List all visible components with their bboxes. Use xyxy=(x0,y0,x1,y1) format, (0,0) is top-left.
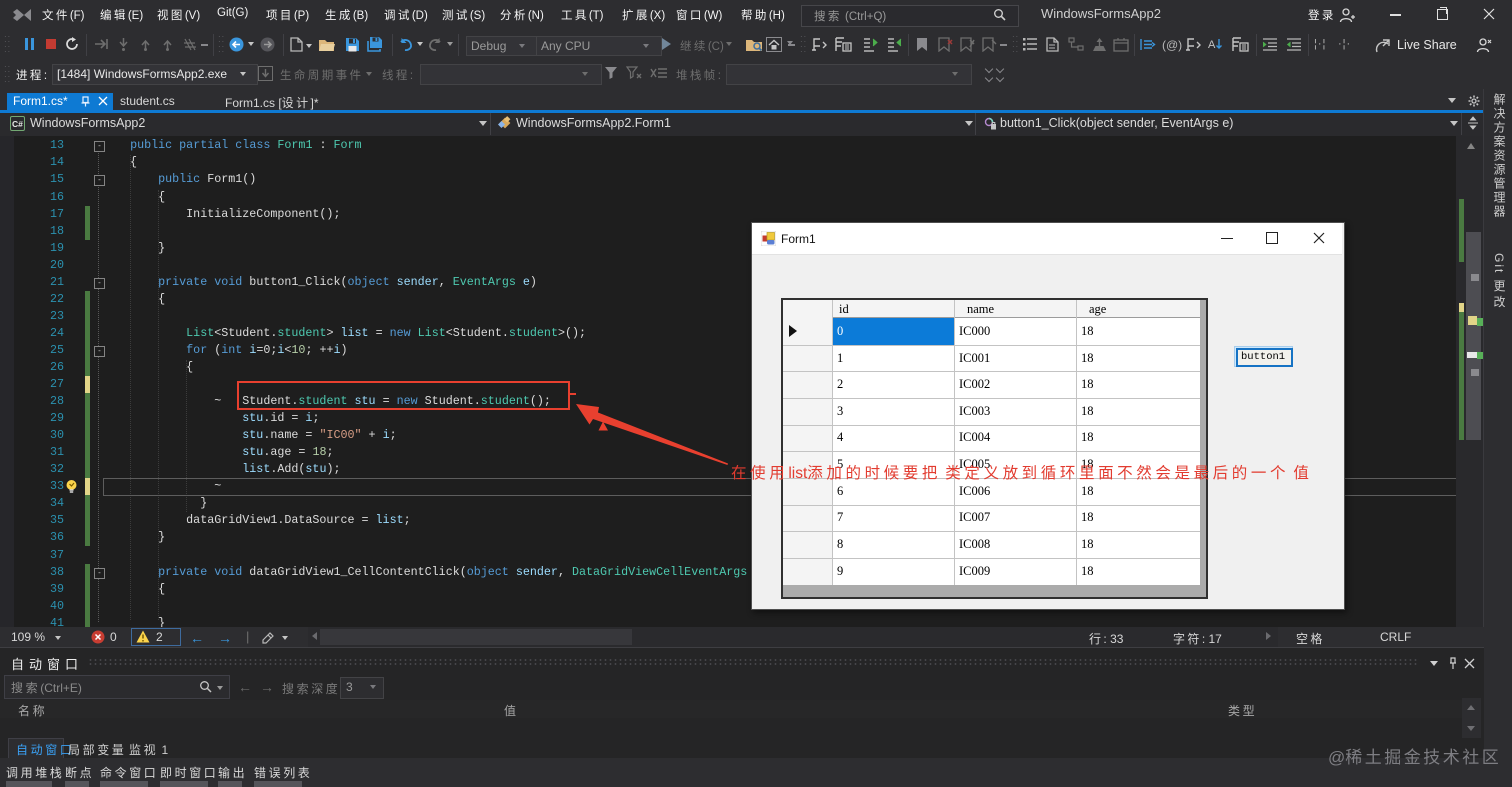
svg-text:A: A xyxy=(1208,39,1216,51)
